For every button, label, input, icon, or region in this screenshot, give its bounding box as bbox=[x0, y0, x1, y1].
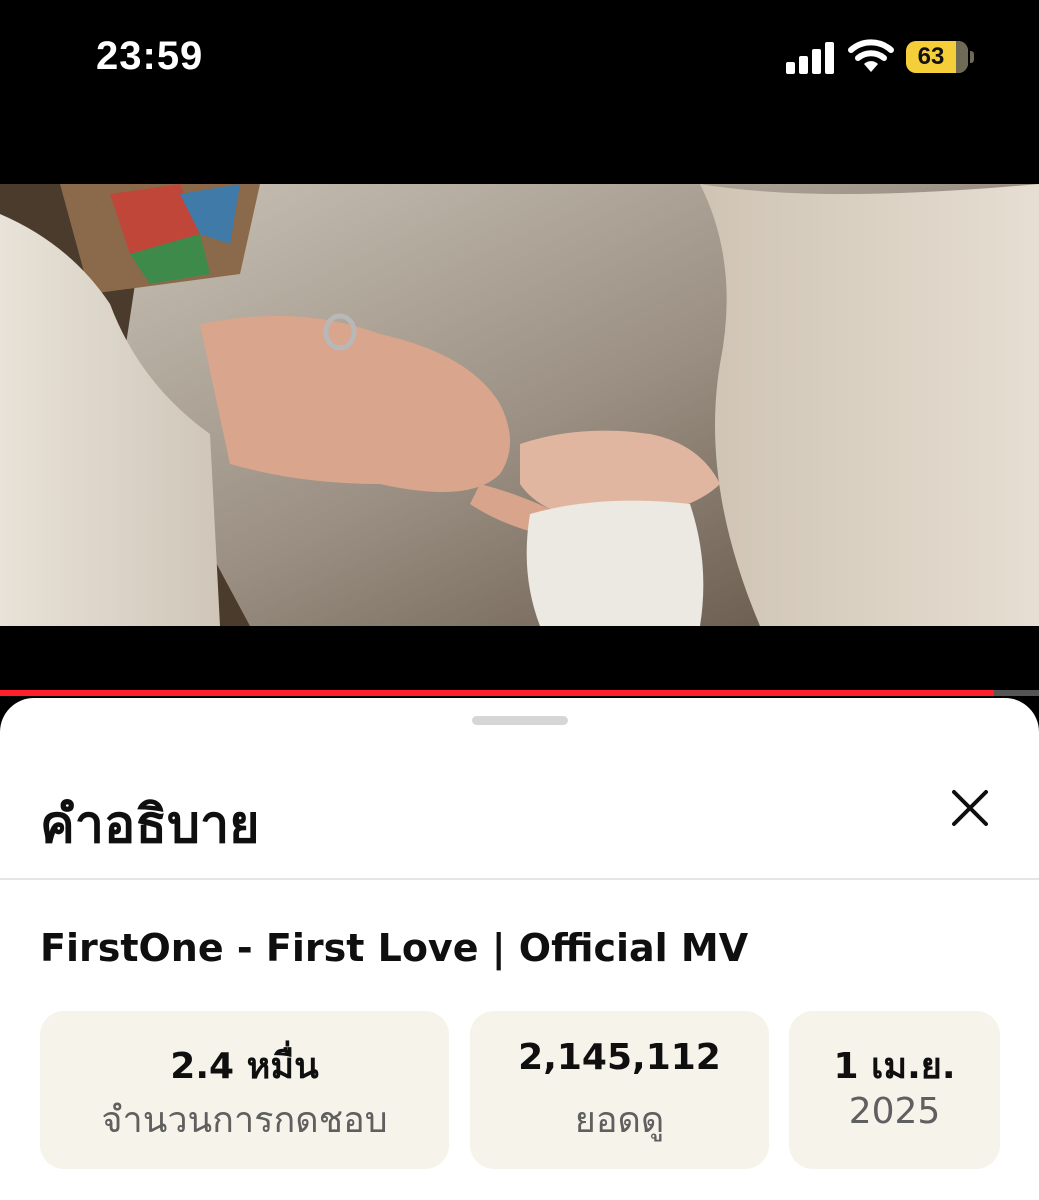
publish-date: 1 เม.ย. bbox=[833, 1046, 956, 1087]
battery-icon: 63 bbox=[906, 41, 968, 73]
battery-level: 63 bbox=[917, 43, 945, 70]
description-sheet: คำอธิบาย FirstOne - First Love | Officia… bbox=[0, 698, 1039, 1200]
likes-count: 2.4 หมื่น bbox=[170, 1046, 319, 1087]
sheet-drag-handle[interactable] bbox=[472, 716, 568, 725]
screen: 23:59 63 คำอธิบาย FirstOne - First Love … bbox=[0, 0, 1039, 1200]
cellular-signal-icon bbox=[786, 40, 836, 74]
close-icon[interactable] bbox=[942, 780, 998, 836]
publish-year: 2025 bbox=[848, 1091, 941, 1132]
video-player[interactable] bbox=[0, 184, 1039, 626]
wifi-icon bbox=[848, 39, 894, 72]
status-time: 23:59 bbox=[96, 34, 204, 78]
views-count: 2,145,112 bbox=[518, 1037, 721, 1078]
views-stat-card: 2,145,112 ยอดดู bbox=[470, 1011, 769, 1169]
video-title: FirstOne - First Love | Official MV bbox=[40, 926, 749, 970]
date-stat-card: 1 เม.ย. 2025 bbox=[789, 1011, 1000, 1169]
likes-stat-card: 2.4 หมื่น จำนวนการกดชอบ bbox=[40, 1011, 449, 1169]
video-progress-fill bbox=[0, 690, 995, 696]
video-thumbnail bbox=[0, 184, 1039, 626]
views-label: ยอดดู bbox=[574, 1100, 665, 1141]
divider bbox=[0, 878, 1039, 880]
sheet-title: คำอธิบาย bbox=[40, 795, 260, 855]
battery-cap bbox=[970, 51, 974, 63]
video-progress-bar[interactable] bbox=[0, 690, 1039, 696]
likes-label: จำนวนการกดชอบ bbox=[101, 1100, 388, 1141]
status-bar: 23:59 63 bbox=[0, 0, 1039, 120]
